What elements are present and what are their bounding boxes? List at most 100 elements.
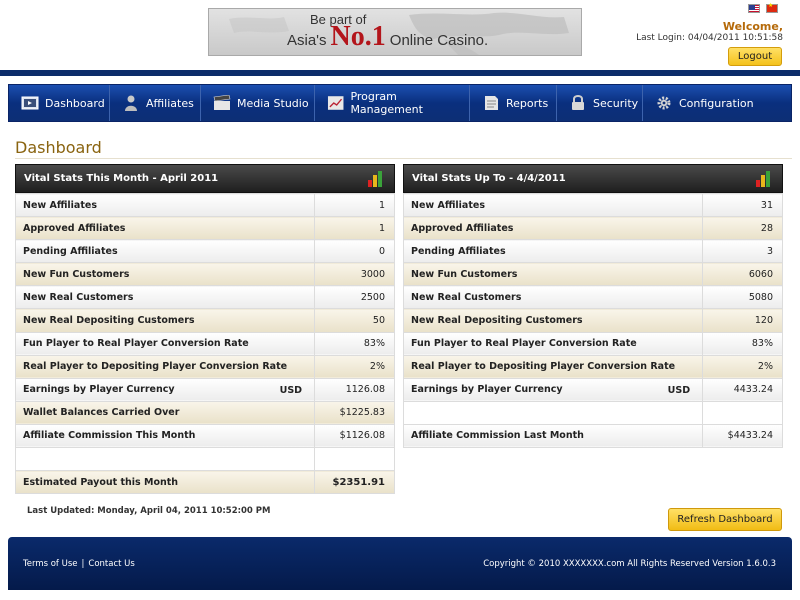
monthly-stats-panel: Vital Stats This Month - April 2011 New … (14, 164, 395, 495)
stats-row: Pending Affiliates 3 (402, 239, 783, 264)
nav-dashboard-label: Dashboard (45, 96, 105, 110)
document-icon (485, 96, 498, 110)
nav-program-management[interactable]: Program Management (315, 85, 470, 121)
stat-label-text: Real Player to Depositing Player Convers… (23, 361, 288, 373)
stat-label-text: New Fun Customers (23, 268, 130, 280)
nav-dashboard[interactable]: Dashboard (9, 85, 110, 121)
nav-affiliates-label: Affiliates (146, 96, 194, 110)
chart-icon (327, 96, 344, 110)
stat-label: New Real Customers (402, 285, 704, 310)
footer: Terms of Use | Contact Us Copyright © 20… (8, 537, 792, 590)
cumulative-stats-title: Vital Stats Up To - 4/4/2011 (412, 173, 566, 184)
nav-media-studio[interactable]: Media Studio (201, 85, 315, 121)
stat-label: Wallet Balances Carried Over (14, 400, 316, 425)
stat-label-text: Real Player to Depositing Player Convers… (411, 361, 676, 373)
stat-value: 3 (702, 239, 783, 264)
monthly-stats-title: Vital Stats This Month - April 2011 (24, 173, 219, 184)
header-divider-bar (0, 70, 800, 76)
nav-reports-label: Reports (506, 96, 549, 110)
nav-affiliates[interactable]: Affiliates (110, 85, 201, 121)
stat-value: 1 (314, 192, 395, 218)
stat-value: 120 (702, 308, 783, 333)
stats-row-empty (402, 400, 783, 425)
stat-label-text: New Real Customers (23, 291, 134, 303)
china-flag-icon[interactable] (766, 2, 778, 13)
casino-banner[interactable]: Be part of Asia's No.1 Online Casino. (208, 8, 582, 56)
header: Be part of Asia's No.1 Online Casino. We… (0, 0, 800, 72)
footer-separator: | (81, 559, 85, 569)
stat-label: Fun Player to Real Player Conversion Rat… (402, 331, 704, 356)
stat-label: New Real Customers (14, 285, 316, 310)
stat-label: Estimated Payout this Month (14, 470, 316, 495)
gear-icon (657, 96, 671, 110)
nav-program-management-label: Program Management (350, 90, 423, 116)
stat-value: 83% (702, 331, 783, 356)
stat-label: Fun Player to Real Player Conversion Rat… (14, 331, 316, 356)
terms-of-use-link[interactable]: Terms of Use (23, 559, 78, 569)
monthly-stats-table: New Affiliates 1 Approved Affiliates 1 Pendi… (14, 192, 395, 495)
stat-label: Approved Affiliates (14, 216, 316, 241)
stat-value (314, 447, 395, 472)
stat-label-text: Affiliate Commission Last Month (411, 430, 584, 442)
stat-value: 3000 (314, 262, 395, 287)
stat-value: 31 (702, 192, 783, 218)
stats-row: Earnings by Player Currency USD 1126.08 (14, 377, 395, 402)
stat-label-text: New Fun Customers (411, 268, 518, 280)
stats-row: Estimated Payout this Month $2351.91 (14, 470, 395, 495)
cumulative-stats-table: New Affiliates 31 Approved Affiliates 28 Pen… (402, 192, 783, 449)
nav-reports[interactable]: Reports (470, 85, 557, 121)
stat-label: New Affiliates (402, 192, 704, 218)
cumulative-stats-header: Vital Stats Up To - 4/4/2011 (403, 164, 783, 193)
stat-label-text: New Real Depositing Customers (23, 315, 195, 327)
stat-label: Earnings by Player Currency USD (14, 377, 316, 402)
stat-label: Affiliate Commission This Month (14, 423, 316, 449)
stat-label-text: New Affiliates (411, 199, 485, 211)
stat-label-text: New Real Customers (411, 291, 522, 303)
lock-icon (572, 95, 584, 110)
user-icon (125, 95, 137, 111)
stats-row: Real Player to Depositing Player Convers… (402, 354, 783, 379)
stat-value: 2% (314, 354, 395, 379)
stat-label: Pending Affiliates (402, 239, 704, 264)
stat-value: 5080 (702, 285, 783, 310)
stat-value (702, 400, 783, 425)
nav-security[interactable]: Security (557, 85, 643, 121)
logout-button[interactable]: Logout (728, 47, 782, 66)
stat-value: 83% (314, 331, 395, 356)
refresh-dashboard-button[interactable]: Refresh Dashboard (668, 508, 782, 531)
stat-label-text: Affiliate Commission This Month (23, 430, 196, 442)
us-flag-icon[interactable] (748, 4, 760, 13)
title-divider (15, 158, 792, 159)
stat-value: 1126.08 (314, 377, 395, 402)
stat-value: 2500 (314, 285, 395, 310)
stat-label-text: Fun Player to Real Player Conversion Rat… (23, 338, 249, 350)
nav-security-label: Security (593, 96, 639, 110)
stat-label-text: Earnings by Player Currency (411, 384, 563, 396)
stat-label: Earnings by Player Currency USD (402, 377, 704, 402)
stat-label: New Fun Customers (402, 262, 704, 287)
stat-label: Pending Affiliates (14, 239, 316, 264)
stat-label: Approved Affiliates (402, 216, 704, 241)
contact-us-link[interactable]: Contact Us (88, 559, 134, 569)
banner-no1: No.1 (330, 21, 386, 52)
stat-value: 0 (314, 239, 395, 264)
stat-value: 6060 (702, 262, 783, 287)
stat-value: $4433.24 (702, 423, 783, 449)
footer-links: Terms of Use | Contact Us (23, 559, 135, 569)
stat-label-text: New Affiliates (23, 199, 97, 211)
stat-label: New Real Depositing Customers (402, 308, 704, 333)
stat-value: 50 (314, 308, 395, 333)
clapperboard-icon (213, 95, 231, 110)
stat-label (402, 400, 704, 425)
last-updated-text: Last Updated: Monday, April 04, 2011 10:… (27, 506, 271, 516)
stat-value: 2% (702, 354, 783, 379)
stat-label: New Fun Customers (14, 262, 316, 287)
stats-row: Wallet Balances Carried Over $1225.83 (14, 400, 395, 425)
stat-label-text: Pending Affiliates (411, 245, 506, 257)
language-flags (748, 2, 778, 13)
currency-code: USD (667, 384, 691, 396)
stat-label-text: Approved Affiliates (23, 222, 126, 234)
nav-configuration[interactable]: Configuration (643, 85, 791, 121)
stat-value: $2351.91 (314, 470, 395, 495)
last-login-text: Last Login: 04/04/2011 10:51:58 (636, 33, 783, 43)
